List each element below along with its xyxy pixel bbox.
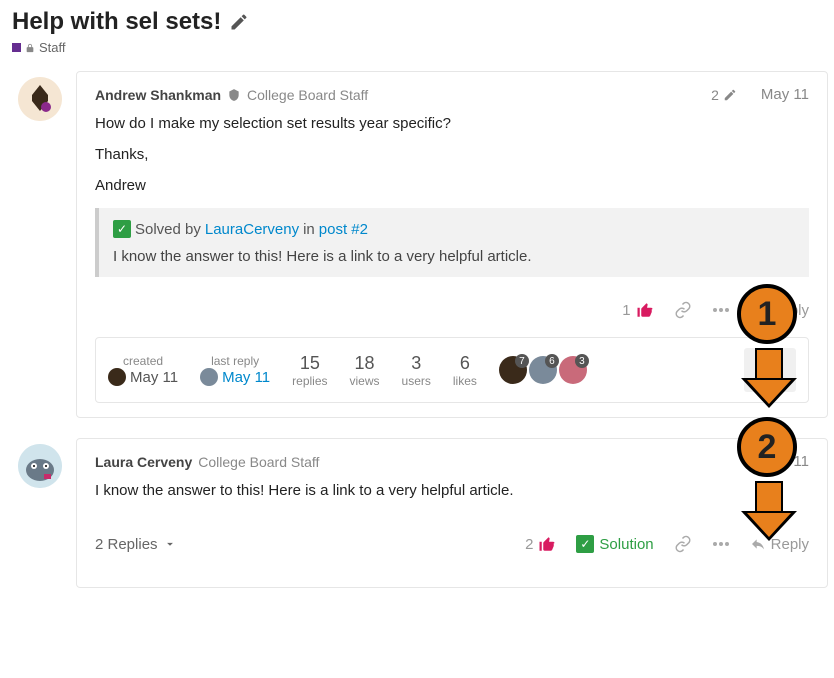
stat-replies: 15 replies xyxy=(292,353,327,388)
edit-history[interactable]: 2 xyxy=(711,87,737,103)
category-name[interactable]: Staff xyxy=(39,40,66,55)
moderator-shield-icon xyxy=(227,88,241,102)
like-button[interactable]: 2 xyxy=(525,535,556,553)
solved-summary-box: ✓ Solved by LauraCerveny in post #2 I kn… xyxy=(95,208,809,277)
post-1: Andrew Shankman College Board Staff 2 Ma… xyxy=(0,61,834,418)
link-icon xyxy=(674,535,692,553)
replies-expand-toggle[interactable]: 2 Replies xyxy=(95,536,177,553)
ellipsis-icon xyxy=(712,307,730,313)
lock-icon xyxy=(25,43,35,53)
solved-preview: I know the answer to this! Here is a lin… xyxy=(113,248,795,265)
ellipsis-icon xyxy=(712,541,730,547)
post-2: Laura Cerveny College Board Staff May 11… xyxy=(0,428,834,588)
stat-label: replies xyxy=(292,374,327,388)
post-header: Laura Cerveny College Board Staff May 11 xyxy=(95,453,809,470)
stat-number: 15 xyxy=(292,353,327,374)
author-name[interactable]: Andrew Shankman xyxy=(95,87,221,103)
participant-avatar[interactable]: 7 xyxy=(499,356,527,384)
participants: 7 6 3 xyxy=(499,356,587,384)
body-line: I know the answer to this! Here is a lin… xyxy=(95,482,809,499)
chevron-down-icon xyxy=(163,537,177,551)
solved-post-link[interactable]: post #2 xyxy=(319,221,368,238)
stat-views: 18 views xyxy=(350,353,380,388)
annotation-arrow-1 xyxy=(741,348,797,408)
body-line: Thanks, xyxy=(95,146,809,163)
thumbs-up-icon xyxy=(636,301,654,319)
post-card: Laura Cerveny College Board Staff May 11… xyxy=(76,438,828,588)
thumbs-up-icon xyxy=(538,535,556,553)
edit-count-number: 2 xyxy=(711,87,719,103)
participant-avatar[interactable]: 3 xyxy=(559,356,587,384)
avatar-column xyxy=(18,71,62,418)
participant-avatar[interactable]: 6 xyxy=(529,356,557,384)
category-row: Staff xyxy=(12,40,822,55)
annotation-marker-1: 1 xyxy=(737,284,797,344)
pencil-icon xyxy=(723,88,737,102)
stat-label: users xyxy=(402,374,431,388)
like-button[interactable]: 1 xyxy=(622,301,653,319)
stat-last-reply[interactable]: last reply May 11 xyxy=(200,354,270,386)
author-title: College Board Staff xyxy=(247,87,368,103)
edit-title-icon[interactable] xyxy=(229,12,249,32)
more-actions-button[interactable] xyxy=(712,541,730,547)
post-body: I know the answer to this! Here is a lin… xyxy=(95,482,809,499)
participant-count-badge: 3 xyxy=(575,354,589,368)
post-date[interactable]: May 11 xyxy=(761,86,809,103)
solved-in: in xyxy=(303,221,315,238)
stat-created: created May 11 xyxy=(108,354,178,386)
solver-link[interactable]: LauraCerveny xyxy=(205,221,299,238)
like-count: 2 xyxy=(525,536,533,553)
stat-likes: 6 likes xyxy=(453,353,477,388)
category-color-badge xyxy=(12,43,21,52)
topic-title-text: Help with sel sets! xyxy=(12,8,221,36)
solution-label: Solution xyxy=(599,536,653,553)
stat-number: 18 xyxy=(350,353,380,374)
like-count: 1 xyxy=(622,302,630,319)
solved-header: ✓ Solved by LauraCerveny in post #2 xyxy=(113,220,795,238)
post-actions: 1 Reply xyxy=(95,301,809,319)
avatar-column xyxy=(18,438,62,588)
check-icon: ✓ xyxy=(576,535,594,553)
stat-value: May 11 xyxy=(108,368,178,386)
link-icon xyxy=(674,301,692,319)
stat-value: May 11 xyxy=(200,368,270,386)
author-name[interactable]: Laura Cerveny xyxy=(95,454,192,470)
participant-count-badge: 6 xyxy=(545,354,559,368)
share-link-button[interactable] xyxy=(674,301,692,319)
mini-avatar xyxy=(200,368,218,386)
check-icon: ✓ xyxy=(113,220,131,238)
annotation-marker-2: 2 xyxy=(737,417,797,477)
post-body: How do I make my selection set results y… xyxy=(95,115,809,194)
post-header: Andrew Shankman College Board Staff 2 Ma… xyxy=(95,86,809,103)
topic-title-row: Help with sel sets! xyxy=(12,8,822,36)
author-avatar[interactable] xyxy=(18,77,62,121)
author-title: College Board Staff xyxy=(198,454,319,470)
author-avatar[interactable] xyxy=(18,444,62,488)
solved-prefix: Solved by xyxy=(135,221,201,238)
participant-count-badge: 7 xyxy=(515,354,529,368)
annotation-arrow-2 xyxy=(741,481,797,541)
replies-count-label: 2 Replies xyxy=(95,536,158,553)
mini-avatar xyxy=(108,368,126,386)
stat-label: likes xyxy=(453,374,477,388)
body-line: How do I make my selection set results y… xyxy=(95,115,809,132)
post-card: Andrew Shankman College Board Staff 2 Ma… xyxy=(76,71,828,418)
stat-users: 3 users xyxy=(402,353,431,388)
stat-label: last reply xyxy=(200,354,270,368)
stat-label: views xyxy=(350,374,380,388)
solution-button[interactable]: ✓ Solution xyxy=(576,535,653,553)
body-line: Andrew xyxy=(95,177,809,194)
topic-header: Help with sel sets! Staff xyxy=(0,0,834,61)
stat-number: 3 xyxy=(402,353,431,374)
topic-stats-bar: created May 11 last reply May 11 15 repl… xyxy=(95,337,809,403)
more-actions-button[interactable] xyxy=(712,307,730,313)
stat-number: 6 xyxy=(453,353,477,374)
share-link-button[interactable] xyxy=(674,535,692,553)
stat-label: created xyxy=(108,354,178,368)
